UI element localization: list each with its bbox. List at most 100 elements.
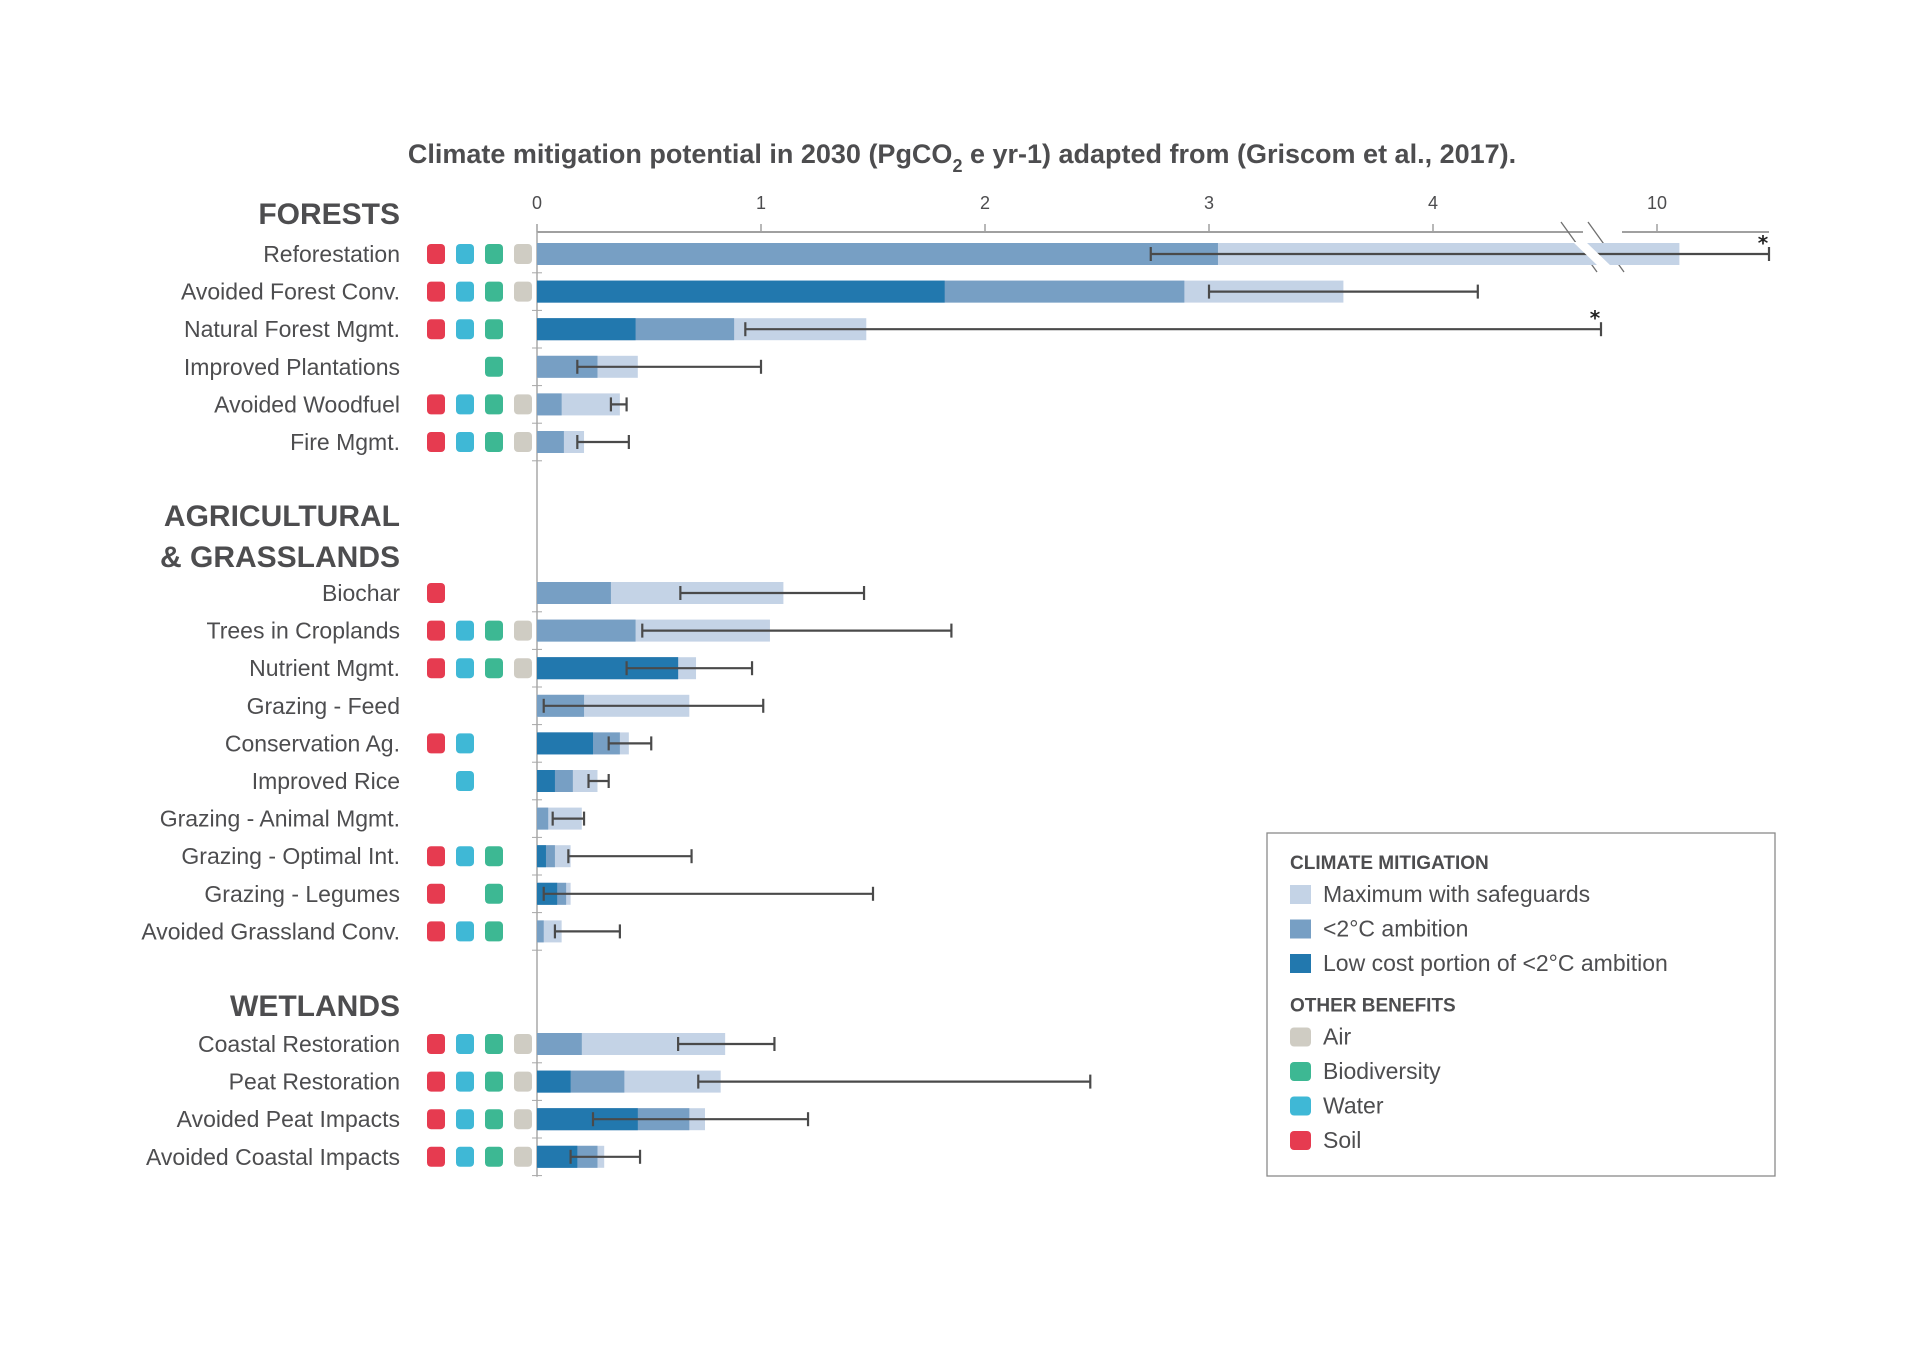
bar-2c-ambition bbox=[537, 619, 636, 642]
air-benefit-icon bbox=[514, 432, 532, 452]
biodiversity-benefit-icon bbox=[485, 883, 503, 904]
category-label: Grazing - Legumes bbox=[204, 881, 400, 907]
water-benefit-icon bbox=[456, 281, 474, 302]
water-benefit-icon bbox=[456, 846, 474, 867]
bar-2c-ambition bbox=[537, 582, 611, 604]
category-label: Biochar bbox=[322, 580, 400, 606]
biodiversity-benefit-icon bbox=[485, 1109, 503, 1130]
legend-swatch bbox=[1290, 1027, 1311, 1047]
water-benefit-icon bbox=[456, 1071, 474, 1092]
air-benefit-icon bbox=[514, 1034, 532, 1054]
biodiversity-benefit-icon bbox=[485, 658, 503, 679]
legend-label: Biodiversity bbox=[1323, 1058, 1441, 1084]
x-tick-label: 10 bbox=[1647, 193, 1667, 213]
category-label: Avoided Coastal Impacts bbox=[146, 1144, 400, 1170]
water-benefit-icon bbox=[456, 1146, 474, 1167]
axis-break-gap bbox=[1583, 230, 1622, 236]
soil-benefit-icon bbox=[427, 921, 445, 942]
water-benefit-icon bbox=[456, 921, 474, 942]
truncation-asterisk: * bbox=[1590, 306, 1601, 330]
category-label: Conservation Ag. bbox=[225, 730, 400, 756]
soil-benefit-icon bbox=[427, 1146, 445, 1167]
soil-benefit-icon bbox=[427, 1109, 445, 1130]
section-header: & GRASSLANDS bbox=[160, 541, 400, 574]
water-benefit-icon bbox=[456, 620, 474, 641]
soil-benefit-icon bbox=[427, 281, 445, 302]
water-benefit-icon bbox=[456, 733, 474, 754]
biodiversity-benefit-icon bbox=[485, 1071, 503, 1092]
air-benefit-icon bbox=[514, 1071, 532, 1092]
category-label: Avoided Woodfuel bbox=[214, 391, 400, 417]
bar-low-cost bbox=[537, 732, 593, 755]
bar-low-cost bbox=[537, 280, 945, 303]
legend-swatch bbox=[1290, 954, 1311, 973]
biodiversity-benefit-icon bbox=[485, 356, 503, 377]
category-labels: FORESTS Reforestation Avoided Forest Conv.… bbox=[141, 198, 532, 1170]
x-tick-label: 2 bbox=[980, 193, 990, 213]
category-label: Grazing - Feed bbox=[247, 693, 400, 719]
category-label: Coastal Restoration bbox=[198, 1031, 400, 1057]
category-label: Improved Rice bbox=[252, 768, 400, 794]
chart-title: Climate mitigation potential in 2030 (Pg… bbox=[408, 139, 1516, 176]
biodiversity-benefit-icon bbox=[485, 1034, 503, 1054]
legend-label: Maximum with safeguards bbox=[1323, 881, 1590, 907]
water-benefit-icon bbox=[456, 658, 474, 679]
soil-benefit-icon bbox=[427, 394, 445, 415]
category-label: Nutrient Mgmt. bbox=[249, 655, 400, 681]
category-label: Avoided Peat Impacts bbox=[177, 1106, 400, 1132]
category-label: Improved Plantations bbox=[184, 354, 400, 380]
category-label: Grazing - Animal Mgmt. bbox=[160, 806, 400, 832]
soil-benefit-icon bbox=[427, 583, 445, 603]
water-benefit-icon bbox=[456, 432, 474, 452]
mitigation-chart: Climate mitigation potential in 2030 (Pg… bbox=[141, 139, 1776, 1177]
category-label: Fire Mgmt. bbox=[290, 429, 400, 455]
legend-swatch bbox=[1290, 1062, 1311, 1081]
soil-benefit-icon bbox=[427, 1071, 445, 1092]
bar-2c-ambition bbox=[537, 243, 1218, 265]
soil-benefit-icon bbox=[427, 883, 445, 904]
water-benefit-icon bbox=[456, 1034, 474, 1054]
section-header: FORESTS bbox=[258, 198, 400, 231]
title-main: Climate mitigation potential in 2030 (Pg… bbox=[408, 139, 953, 169]
air-benefit-icon bbox=[514, 244, 532, 264]
section-header: WETLANDS bbox=[230, 990, 400, 1023]
biodiversity-benefit-icon bbox=[485, 846, 503, 867]
air-benefit-icon bbox=[514, 620, 532, 641]
bar-low-cost bbox=[537, 318, 636, 341]
bar-2c-ambition bbox=[537, 1033, 582, 1055]
air-benefit-icon bbox=[514, 658, 532, 679]
bar-2c-ambition bbox=[537, 393, 562, 416]
soil-benefit-icon bbox=[427, 846, 445, 867]
air-benefit-icon bbox=[514, 281, 532, 302]
x-tick-label: 0 bbox=[532, 193, 542, 213]
biodiversity-benefit-icon bbox=[485, 281, 503, 302]
water-benefit-icon bbox=[456, 319, 474, 340]
soil-benefit-icon bbox=[427, 319, 445, 340]
biodiversity-benefit-icon bbox=[485, 620, 503, 641]
biodiversity-benefit-icon bbox=[485, 394, 503, 415]
legend-swatch bbox=[1290, 919, 1311, 939]
legend-label: <2°C ambition bbox=[1323, 916, 1468, 942]
legend-section-title: OTHER BENEFITS bbox=[1290, 996, 1456, 1017]
water-benefit-icon bbox=[456, 394, 474, 415]
bar-2c-ambition bbox=[537, 807, 549, 830]
title-subscript: 2 bbox=[952, 156, 962, 176]
legend-label: Soil bbox=[1323, 1127, 1361, 1153]
biodiversity-benefit-icon bbox=[485, 921, 503, 942]
soil-benefit-icon bbox=[427, 1034, 445, 1054]
air-benefit-icon bbox=[514, 1146, 532, 1167]
truncation-asterisk: * bbox=[1758, 231, 1769, 255]
biodiversity-benefit-icon bbox=[485, 244, 503, 264]
legend: CLIMATE MITIGATION Maximum with safeguard… bbox=[1266, 832, 1776, 1177]
soil-benefit-icon bbox=[427, 658, 445, 679]
title-rest: e yr-1) adapted from (Griscom et al., 20… bbox=[962, 139, 1516, 169]
legend-label: Water bbox=[1323, 1093, 1384, 1119]
water-benefit-icon bbox=[456, 771, 474, 791]
section-header: AGRICULTURAL bbox=[164, 500, 400, 533]
x-tick-label: 4 bbox=[1428, 193, 1438, 213]
bar-low-cost bbox=[537, 770, 555, 792]
category-label: Reforestation bbox=[263, 241, 400, 267]
category-label: Avoided Grassland Conv. bbox=[141, 918, 400, 944]
soil-benefit-icon bbox=[427, 620, 445, 641]
air-benefit-icon bbox=[514, 394, 532, 415]
